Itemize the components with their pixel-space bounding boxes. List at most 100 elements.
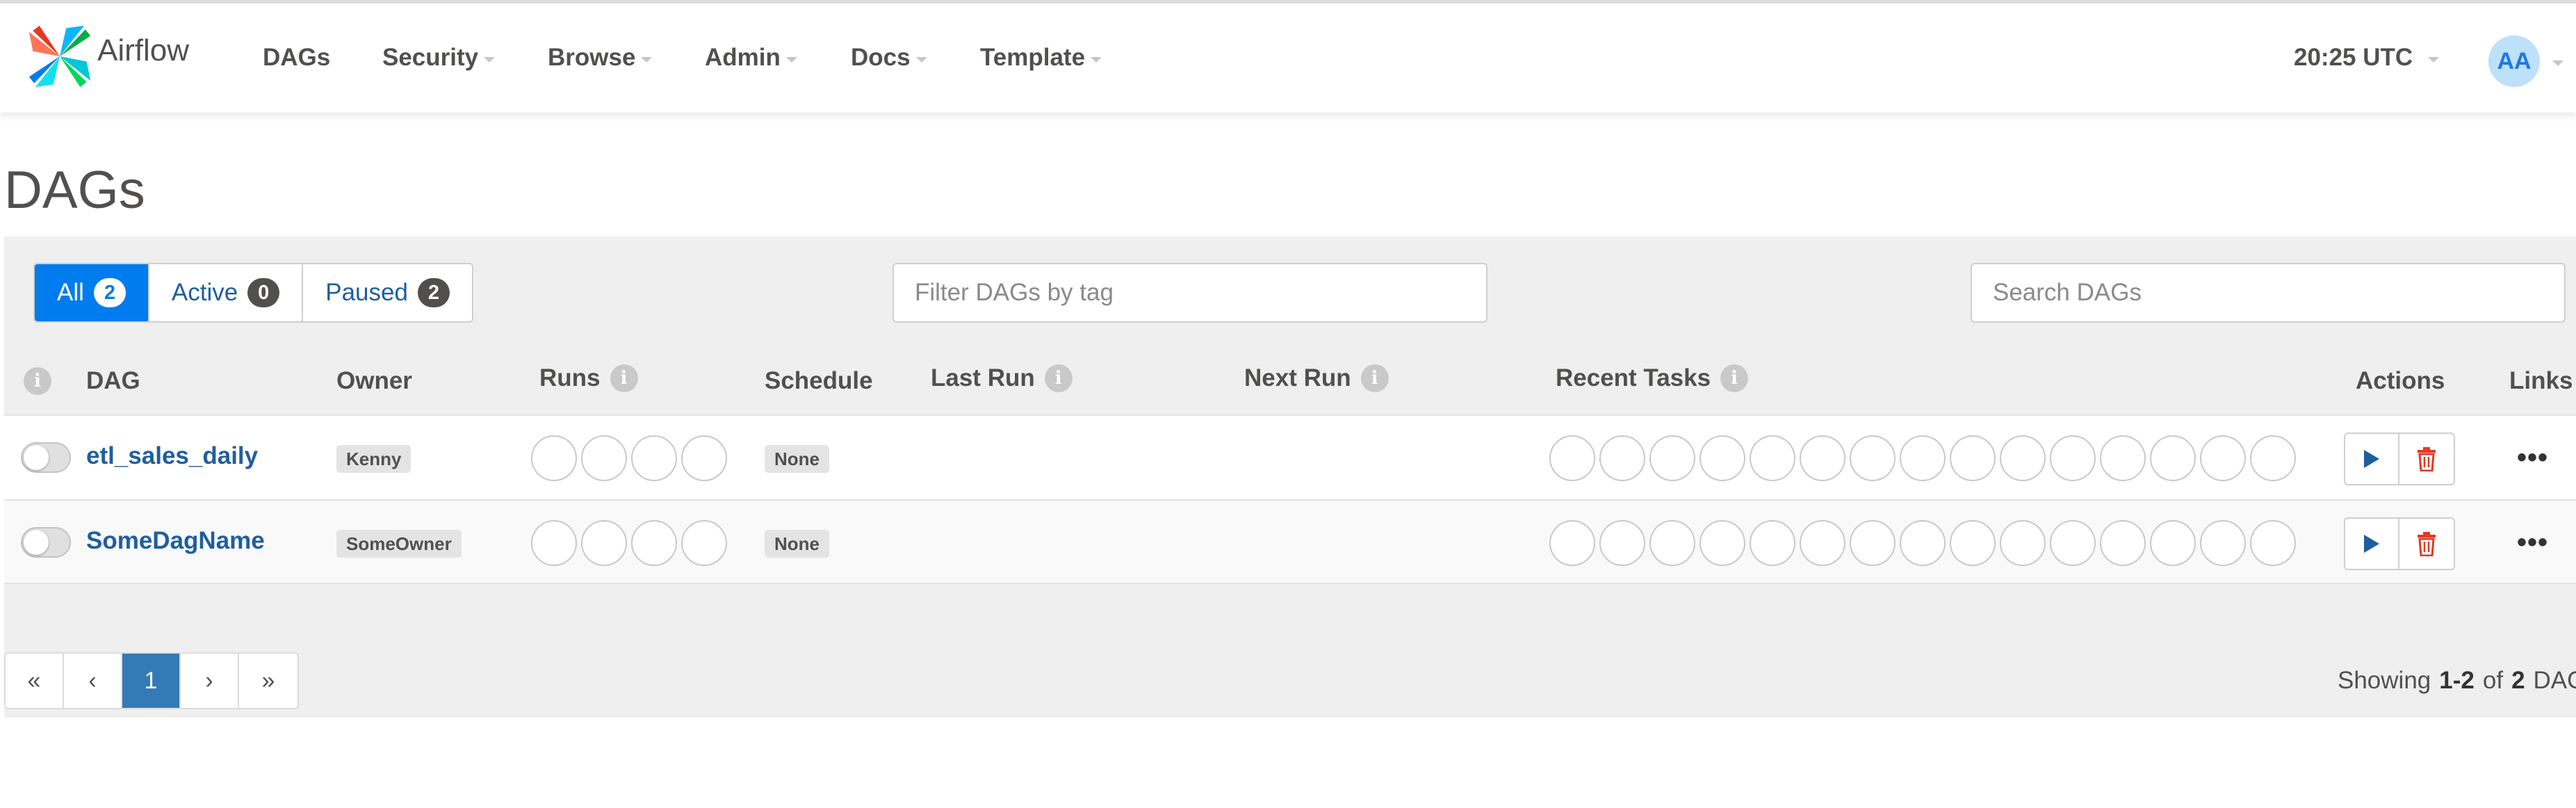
status-circle[interactable] xyxy=(2050,435,2096,481)
column-dag[interactable]: DAG xyxy=(86,367,140,395)
owner-tag[interactable]: Kenny xyxy=(336,445,411,473)
caret-down-icon xyxy=(641,57,653,63)
more-links-button[interactable]: ••• xyxy=(2517,442,2548,473)
status-circle[interactable] xyxy=(2000,435,2046,481)
page-1-button[interactable]: 1 xyxy=(122,654,181,708)
count-badge: 0 xyxy=(247,278,280,307)
timezone-dropdown[interactable]: 20:25 UTC xyxy=(2294,44,2440,72)
column-schedule: Schedule xyxy=(765,367,873,394)
info-icon[interactable]: i xyxy=(1360,364,1389,392)
caret-down-icon xyxy=(2552,60,2563,66)
status-circle[interactable] xyxy=(531,520,577,566)
status-circle[interactable] xyxy=(1950,520,1996,566)
status-circle[interactable] xyxy=(1599,435,1645,481)
caret-down-icon xyxy=(785,57,797,63)
status-circle[interactable] xyxy=(1549,435,1595,481)
info-icon[interactable]: i xyxy=(1044,364,1073,392)
status-circle[interactable] xyxy=(1850,435,1896,481)
dag-id-link[interactable]: etl_sales_daily xyxy=(86,442,258,470)
runs-status-circles xyxy=(531,520,731,566)
toggle-column-info[interactable]: i xyxy=(24,367,51,395)
status-circle[interactable] xyxy=(2150,520,2196,566)
status-circle[interactable] xyxy=(2000,520,2046,566)
nav-dags[interactable]: DAGs xyxy=(263,44,330,72)
status-circle[interactable] xyxy=(681,435,727,481)
status-circle[interactable] xyxy=(1649,435,1695,481)
user-menu[interactable]: AA xyxy=(2488,35,2563,87)
info-icon[interactable]: i xyxy=(610,364,638,392)
status-circle[interactable] xyxy=(531,435,577,481)
trigger-dag-button[interactable] xyxy=(2345,519,2399,569)
status-circle[interactable] xyxy=(1750,520,1795,566)
filter-paused-button[interactable]: Paused 2 xyxy=(303,264,472,321)
status-circle[interactable] xyxy=(1699,435,1745,481)
pause-toggle[interactable] xyxy=(21,527,71,558)
top-navbar: Airflow DAGs Security Browse Admin Docs … xyxy=(0,0,2576,113)
status-circle[interactable] xyxy=(1900,435,1946,481)
status-circle[interactable] xyxy=(2050,520,2096,566)
status-circle[interactable] xyxy=(1649,520,1695,566)
nav-docs[interactable]: Docs xyxy=(851,44,927,72)
row-actions xyxy=(2344,517,2455,570)
status-circle[interactable] xyxy=(1549,520,1595,566)
caret-down-icon xyxy=(484,57,496,63)
table-row: etl_sales_daily Kenny None ••• xyxy=(4,414,2576,499)
search-dags-input[interactable] xyxy=(1971,263,2566,323)
pause-toggle[interactable] xyxy=(21,442,71,473)
status-circle[interactable] xyxy=(1750,435,1795,481)
column-links: Links xyxy=(2509,367,2573,394)
page-prev-button[interactable]: ‹ xyxy=(64,654,122,708)
status-circle[interactable] xyxy=(1950,435,1996,481)
info-icon[interactable]: i xyxy=(1720,364,1749,392)
nav-template[interactable]: Template xyxy=(980,44,1102,72)
nav-admin[interactable]: Admin xyxy=(705,44,797,72)
delete-dag-button[interactable] xyxy=(2399,519,2454,569)
column-actions: Actions xyxy=(2356,367,2445,394)
page-next-button[interactable]: › xyxy=(181,654,239,708)
trash-icon xyxy=(2418,447,2436,471)
dag-id-link[interactable]: SomeDagName xyxy=(86,527,265,555)
status-circle[interactable] xyxy=(681,520,727,566)
info-icon[interactable]: i xyxy=(24,367,51,395)
schedule-tag[interactable]: None xyxy=(765,530,829,558)
status-circle[interactable] xyxy=(1599,520,1645,566)
current-time: 20:25 UTC xyxy=(2294,44,2413,71)
status-circle[interactable] xyxy=(1800,520,1845,566)
status-circle[interactable] xyxy=(1850,520,1896,566)
status-circle[interactable] xyxy=(1699,520,1745,566)
status-circle[interactable] xyxy=(2250,435,2296,481)
page-first-button[interactable]: « xyxy=(6,654,64,708)
brand-link[interactable]: Airflow xyxy=(28,22,189,91)
status-circle[interactable] xyxy=(2250,520,2296,566)
column-recent-tasks: Recent Tasks i xyxy=(1556,364,1749,392)
filter-all-button[interactable]: All 2 xyxy=(35,264,149,321)
airflow-logo-icon xyxy=(28,25,91,88)
status-circle[interactable] xyxy=(2200,435,2246,481)
dags-panel: All2 Active0 Paused2 i DAG Owner Runsi S… xyxy=(4,236,2576,718)
caret-down-icon xyxy=(1091,57,1102,63)
status-circle[interactable] xyxy=(2200,520,2246,566)
page-last-button[interactable]: » xyxy=(239,654,297,708)
trigger-dag-button[interactable] xyxy=(2345,434,2399,484)
status-circle[interactable] xyxy=(581,520,627,566)
status-circle[interactable] xyxy=(2100,520,2146,566)
filter-active-button[interactable]: Active 0 xyxy=(149,264,304,321)
play-icon xyxy=(2364,535,2379,553)
caret-down-icon xyxy=(2428,57,2440,63)
status-circle[interactable] xyxy=(631,520,677,566)
status-circle[interactable] xyxy=(581,435,627,481)
nav-browse[interactable]: Browse xyxy=(548,44,653,72)
status-circle[interactable] xyxy=(2100,435,2146,481)
tag-filter-input[interactable] xyxy=(892,263,1487,323)
column-next-run: Next Run i xyxy=(1244,364,1389,392)
more-links-button[interactable]: ••• xyxy=(2517,527,2548,558)
status-circle[interactable] xyxy=(1800,435,1845,481)
status-circle[interactable] xyxy=(1900,520,1946,566)
owner-tag[interactable]: SomeOwner xyxy=(336,530,462,558)
play-icon xyxy=(2364,450,2379,468)
delete-dag-button[interactable] xyxy=(2399,434,2454,484)
status-circle[interactable] xyxy=(2150,435,2196,481)
nav-security[interactable]: Security xyxy=(382,44,496,72)
schedule-tag[interactable]: None xyxy=(765,445,829,473)
status-circle[interactable] xyxy=(631,435,677,481)
